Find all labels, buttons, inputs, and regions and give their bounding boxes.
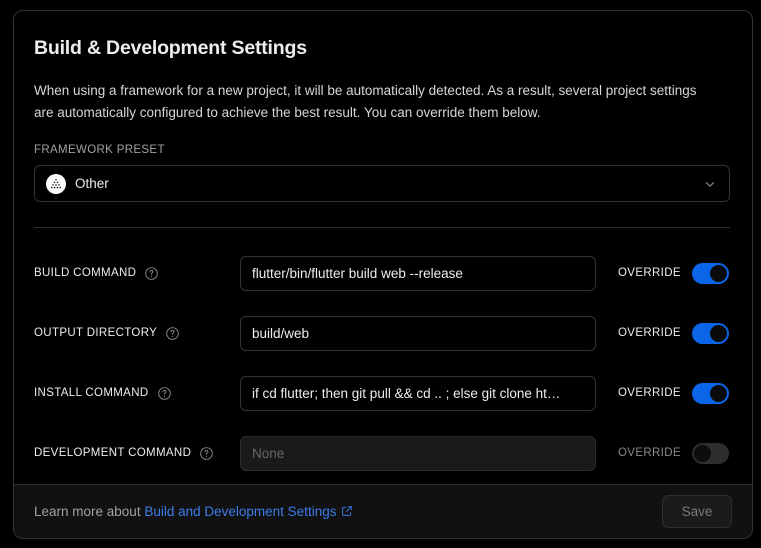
override-label: OVERRIDE: [618, 387, 681, 399]
row-label-group: OUTPUT DIRECTORY: [34, 326, 240, 341]
setting-row-output-directory: OUTPUT DIRECTORY OVERRIDE: [34, 303, 730, 363]
settings-rows: BUILD COMMAND OVERRIDE: [34, 243, 732, 483]
override-label: OVERRIDE: [618, 447, 681, 459]
setting-row-build-command: BUILD COMMAND OVERRIDE: [34, 243, 730, 303]
install-command-override-group: OVERRIDE: [618, 382, 729, 404]
card-footer: Learn more about Build and Development S…: [14, 484, 752, 538]
output-directory-label: OUTPUT DIRECTORY: [34, 327, 158, 339]
build-development-settings-card: Build & Development Settings When using …: [13, 10, 753, 539]
card-body: Build & Development Settings When using …: [14, 11, 752, 483]
install-command-override-toggle[interactable]: [691, 382, 729, 404]
development-command-override-group: OVERRIDE: [618, 442, 729, 464]
setting-row-install-command: INSTALL COMMAND OVERRIDE: [34, 363, 730, 423]
development-command-input[interactable]: [240, 435, 596, 471]
section-divider: [34, 227, 730, 228]
page-title: Build & Development Settings: [34, 37, 307, 59]
card-description: When using a framework for a new project…: [34, 83, 697, 120]
output-directory-override-toggle[interactable]: [691, 322, 729, 344]
override-label: OVERRIDE: [618, 267, 681, 279]
framework-preset-value: Other: [75, 176, 109, 191]
output-directory-override-group: OVERRIDE: [618, 322, 729, 344]
development-command-override-toggle[interactable]: [691, 442, 729, 464]
install-command-input[interactable]: [240, 375, 596, 411]
install-command-label: INSTALL COMMAND: [34, 387, 149, 399]
override-label: OVERRIDE: [618, 327, 681, 339]
toggle-knob: [709, 384, 727, 402]
build-command-override-group: OVERRIDE: [618, 262, 729, 284]
help-icon[interactable]: [157, 386, 172, 401]
footer-learn-more: Learn more about Build and Development S…: [34, 504, 353, 520]
help-icon[interactable]: [199, 446, 214, 461]
help-icon[interactable]: [165, 326, 180, 341]
toggle-knob: [709, 324, 727, 342]
toggle-knob: [693, 444, 711, 462]
setting-row-development-command: DEVELOPMENT COMMAND OVERRIDE: [34, 423, 730, 483]
footer-prefix-text: Learn more about: [34, 503, 141, 519]
build-command-label: BUILD COMMAND: [34, 267, 137, 279]
row-label-group: BUILD COMMAND: [34, 266, 240, 281]
output-directory-input[interactable]: [240, 315, 596, 351]
toggle-knob: [709, 264, 727, 282]
framework-preset-label: FRAMEWORK PRESET: [34, 144, 165, 156]
development-command-label: DEVELOPMENT COMMAND: [34, 447, 192, 459]
row-label-group: DEVELOPMENT COMMAND: [34, 446, 240, 461]
build-command-input[interactable]: [240, 255, 596, 291]
build-development-settings-link[interactable]: Build and Development Settings: [144, 504, 336, 519]
chevron-down-icon: [703, 177, 717, 191]
framework-preset-select[interactable]: Other: [34, 165, 730, 202]
build-command-override-toggle[interactable]: [691, 262, 729, 284]
help-icon[interactable]: [144, 266, 159, 281]
other-framework-icon: [46, 173, 66, 194]
external-link-icon: [341, 505, 353, 520]
save-button[interactable]: Save: [662, 495, 732, 528]
row-label-group: INSTALL COMMAND: [34, 386, 240, 401]
